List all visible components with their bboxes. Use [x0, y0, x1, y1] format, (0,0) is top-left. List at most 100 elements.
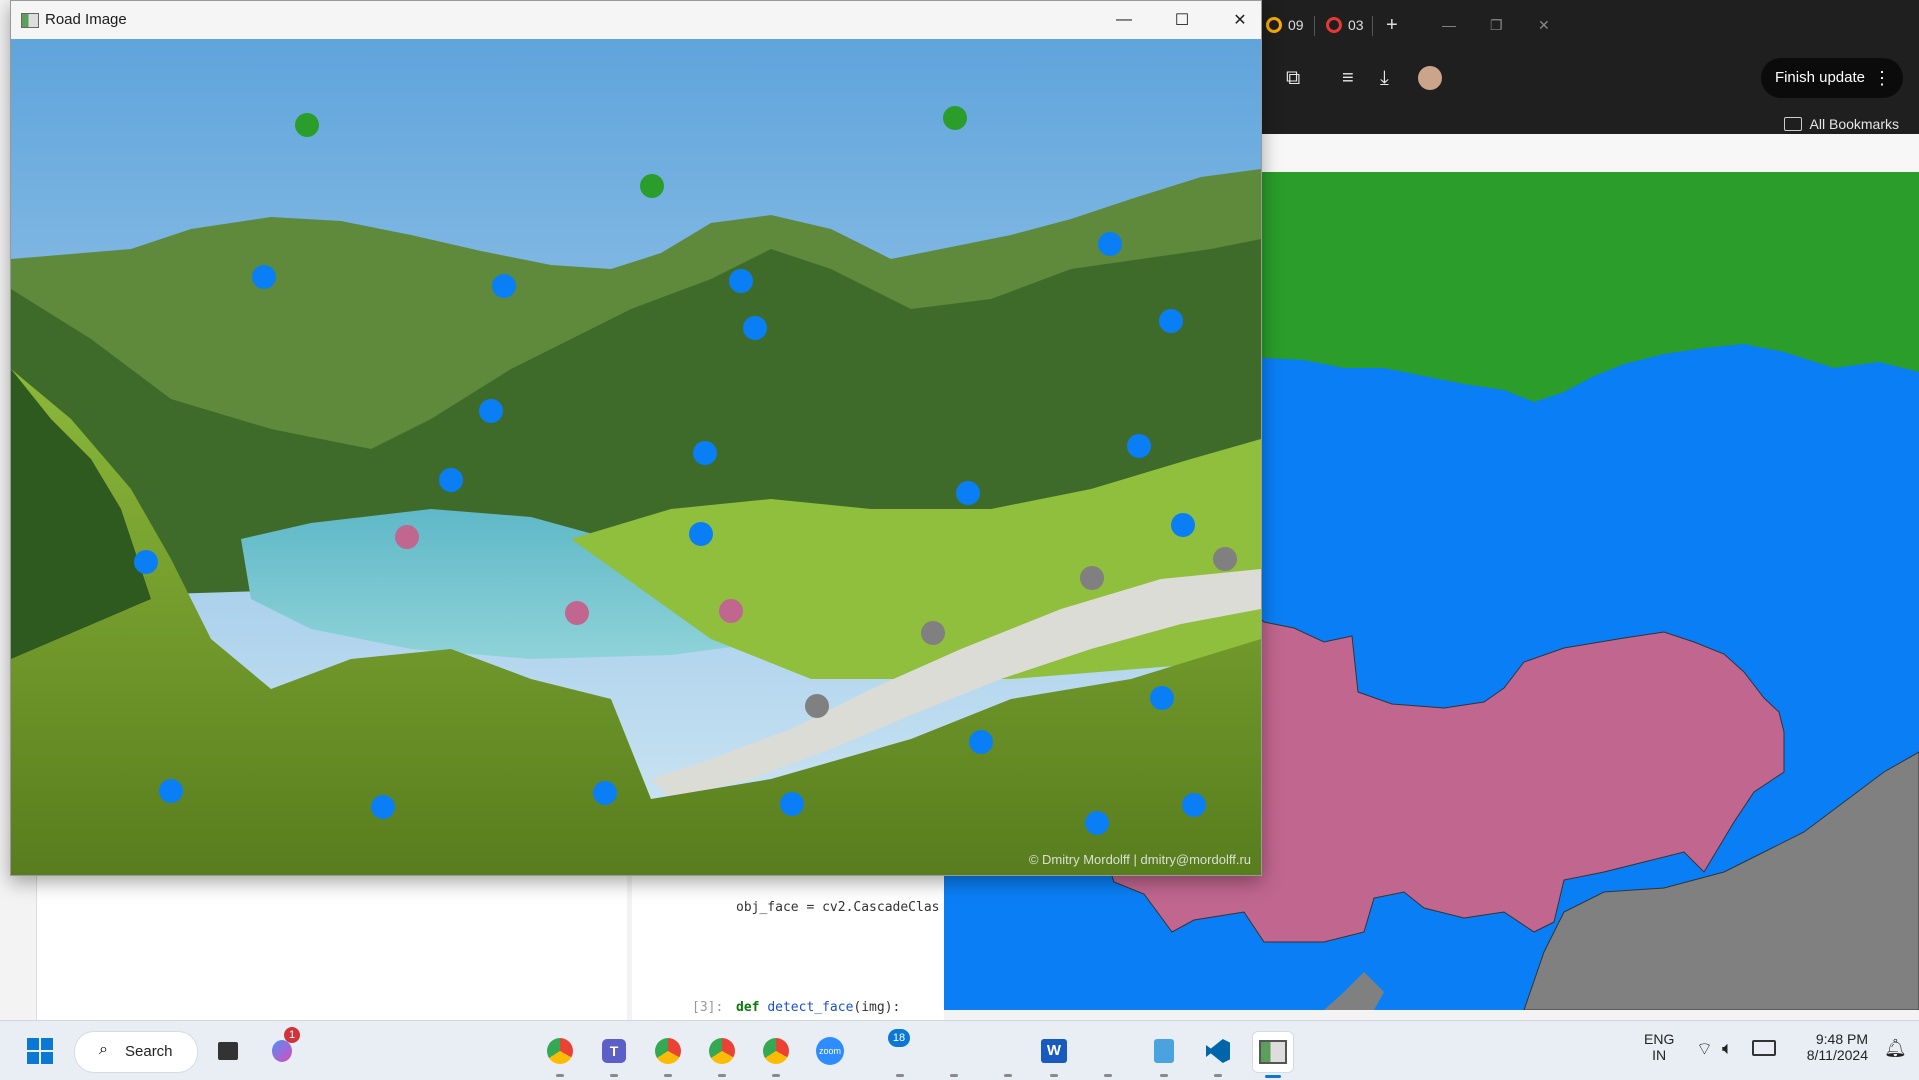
tab-label: 09 — [1288, 17, 1304, 33]
taskbar: ⌕ Search 1 T zoom 18 W ENG IN ⌔ 🔈︎ 9:48 … — [0, 1020, 1919, 1080]
mountain-label-dot — [743, 316, 767, 340]
code-line-1[interactable]: obj_face = cv2.CascadeClas — [736, 900, 940, 915]
mountain-label-dot — [1159, 309, 1183, 333]
water-label-dot — [395, 525, 419, 549]
taskbar-app-blank-2[interactable] — [988, 1031, 1028, 1077]
mountain-label-dot — [593, 781, 617, 805]
minimize-button[interactable]: — — [1095, 1, 1153, 39]
maximize-button[interactable]: ☐ — [1153, 1, 1211, 39]
running-indicator — [1050, 1074, 1058, 1077]
reading-list-icon[interactable]: ≡ — [1342, 66, 1354, 90]
chrome-profile-1[interactable] — [648, 1031, 688, 1077]
taskbar-app-blank-3[interactable] — [1088, 1031, 1128, 1077]
copilot-button[interactable]: 1 — [262, 1027, 302, 1071]
chrome-icon — [547, 1038, 573, 1064]
running-indicator — [1160, 1074, 1168, 1077]
running-indicator — [556, 1074, 564, 1077]
road-image: © Dmitry Mordolff | dmitry@mordolff.ru — [11, 39, 1261, 875]
language-code: ENG — [1644, 1031, 1675, 1047]
close-button[interactable]: ✕ — [1211, 1, 1269, 39]
running-indicator — [1104, 1074, 1112, 1077]
notepad-app[interactable] — [1144, 1031, 1184, 1077]
browser-minimize-button[interactable]: — — [1442, 14, 1456, 36]
code-args: (img): — [853, 1000, 901, 1015]
taskbar-search[interactable]: ⌕ Search — [74, 1031, 198, 1073]
mountain-label-dot — [969, 730, 993, 754]
battery-icon[interactable] — [1752, 1040, 1776, 1056]
more-menu-icon[interactable]: ⋮ — [1873, 58, 1891, 98]
chrome-icon — [763, 1038, 789, 1064]
zoom-app[interactable]: zoom — [810, 1031, 850, 1071]
search-icon: ⌕ — [99, 1041, 108, 1058]
road-label-dot — [1213, 547, 1237, 571]
tab-separator — [1372, 16, 1373, 36]
mountain-label-dot — [1098, 232, 1122, 256]
finish-update-button[interactable]: Finish update ⋮ — [1760, 58, 1903, 98]
chrome-profile-2[interactable] — [702, 1031, 742, 1077]
teams-icon: T — [602, 1039, 626, 1063]
vscode-app[interactable] — [1198, 1031, 1238, 1077]
mountain-label-dot — [780, 792, 804, 816]
all-bookmarks-button[interactable]: All Bookmarks — [1783, 116, 1899, 132]
mountain-label-dot — [159, 779, 183, 803]
mountain-label-dot — [252, 265, 276, 289]
tab-separator — [1314, 16, 1315, 36]
notifications-bell-icon[interactable]: 🔔︎ — [1884, 1038, 1907, 1059]
download-icon[interactable]: ⤓ — [1380, 66, 1389, 90]
all-bookmarks-label: All Bookmarks — [1809, 116, 1899, 132]
active-indicator — [1265, 1075, 1281, 1078]
chrome-profile-3[interactable] — [756, 1031, 796, 1077]
road-label-dot — [1080, 566, 1104, 590]
extensions-icon[interactable]: ⧉ — [1286, 66, 1300, 90]
running-indicator — [664, 1074, 672, 1077]
clock[interactable]: 9:48 PM 8/11/2024 — [1796, 1031, 1868, 1063]
browser-close-button[interactable]: ✕ — [1538, 14, 1550, 36]
running-indicator — [772, 1074, 780, 1077]
titlebar[interactable]: Road Image — ☐ ✕ — [11, 1, 1261, 39]
start-button[interactable] — [20, 1031, 60, 1071]
new-tab-button[interactable]: + — [1386, 14, 1398, 36]
function-name: detect_face — [767, 1000, 854, 1015]
profile-avatar[interactable] — [1418, 66, 1442, 90]
search-label: Search — [125, 1043, 173, 1060]
finish-update-label: Finish update — [1774, 69, 1865, 86]
taskbar-app-blank-1[interactable] — [934, 1031, 974, 1077]
language-indicator[interactable]: ENG IN — [1644, 1031, 1674, 1063]
road-image-window[interactable]: Road Image — ☐ ✕ © Dmitry Mordolff | dmi… — [10, 0, 1262, 876]
tab-colab-2[interactable]: 09 — [1266, 14, 1304, 36]
running-indicator — [1214, 1074, 1222, 1077]
calendar-badge: 18 — [888, 1029, 910, 1047]
copilot-icon — [272, 1040, 292, 1062]
teams-app[interactable]: T — [594, 1031, 634, 1077]
clock-time: 9:48 PM — [1815, 1031, 1868, 1047]
mountain-label-dot — [371, 795, 395, 819]
browser-restore-button[interactable]: ❐ — [1490, 14, 1503, 36]
mountain-label-dot — [693, 441, 717, 465]
volume-icon[interactable]: 🔈︎ — [1722, 1038, 1733, 1059]
word-app[interactable]: W — [1034, 1031, 1074, 1077]
code-line-2[interactable]: def detect_face(img): — [736, 1000, 900, 1015]
new-tab-label: + — [1386, 13, 1398, 36]
tab-colab-3[interactable]: 03 — [1326, 14, 1364, 36]
mountain-label-dot — [1182, 793, 1206, 817]
wifi-icon[interactable]: ⌔ — [1696, 1038, 1713, 1061]
water-label-dot — [565, 601, 589, 625]
road-label-dot — [921, 621, 945, 645]
running-indicator — [896, 1074, 904, 1077]
region-code: IN — [1652, 1047, 1667, 1063]
water-label-dot — [719, 599, 743, 623]
notification-badge: 1 — [284, 1027, 300, 1043]
tab-label: 03 — [1348, 17, 1364, 33]
colab-red-icon — [1326, 17, 1342, 33]
calendar-app[interactable]: 18 — [880, 1029, 920, 1077]
chrome-app[interactable] — [540, 1031, 580, 1077]
task-view-button[interactable] — [208, 1031, 248, 1071]
mountain-label-dot — [689, 522, 713, 546]
notepad-icon — [1154, 1039, 1174, 1063]
opencv-window-app[interactable] — [1252, 1031, 1294, 1078]
mountain-label-dot — [729, 269, 753, 293]
image-window-icon — [1259, 1040, 1287, 1064]
zoom-icon: zoom — [816, 1037, 844, 1065]
running-indicator — [950, 1074, 958, 1077]
keyword: def — [736, 1000, 760, 1015]
